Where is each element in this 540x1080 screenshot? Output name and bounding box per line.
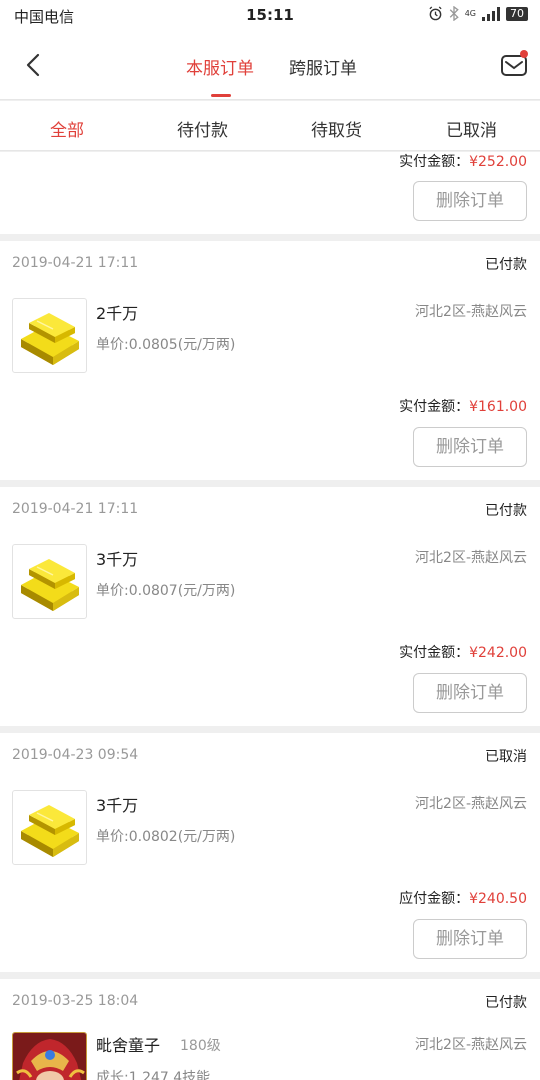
filter-pending-pickup[interactable]: 待取货 [311, 116, 362, 141]
header: 本服订单 跨服订单 [0, 30, 540, 100]
status-bar: 中国电信 15:11 4G 70 [0, 0, 540, 30]
order-date: 2019-04-21 17:11 [12, 255, 139, 271]
order-date: 2019-04-21 17:11 [12, 501, 139, 517]
tab-local-orders[interactable]: 本服订单 [186, 54, 254, 79]
signal-icon [482, 6, 500, 21]
server-name: 河北2区-燕赵风云 [415, 304, 527, 320]
delete-order-button[interactable]: 删除订单 [413, 181, 527, 221]
notification-dot [520, 50, 528, 58]
order-card: 2019-03-25 18:04 已付款 毗舍童子 180级 河北2区-燕赵风云… [0, 979, 540, 1080]
order-card: 2019-04-21 17:11 已付款 2千万 河北2区-燕赵风云 单价:0.… [0, 241, 540, 480]
delete-order-button[interactable]: 删除订单 [413, 673, 527, 713]
amount-label: 实付金额： [399, 154, 470, 170]
gold-bars-icon [12, 298, 87, 373]
order-amount: 实付金额：¥252.00 [399, 151, 527, 171]
order-status: 已取消 [485, 749, 527, 765]
battery-indicator: 70 [506, 6, 528, 21]
amount-value: ¥252.00 [469, 154, 527, 170]
unit-price: 单价:0.0807(元/万两) [96, 583, 236, 599]
status-icons: 4G 70 [428, 6, 528, 21]
back-arrow-icon[interactable] [20, 50, 48, 80]
amount-value: ¥240.50 [469, 891, 527, 907]
amount-label: 实付金额： [399, 645, 470, 661]
product-name: 3千万 [96, 796, 139, 815]
network-label: 4G [464, 9, 476, 18]
filter-pending-payment[interactable]: 待付款 [177, 116, 228, 141]
bluetooth-icon [449, 6, 459, 21]
filter-cancelled[interactable]: 已取消 [446, 116, 497, 141]
amount-value: ¥242.00 [469, 645, 527, 661]
active-tab-indicator [211, 94, 231, 97]
unit-price: 单价:0.0802(元/万两) [96, 829, 236, 845]
unit-price: 单价:0.0805(元/万两) [96, 337, 236, 353]
product-name: 毗舍童子 [96, 1036, 161, 1055]
order-card: 2019-04-21 17:11 已付款 3千万 河北2区-燕赵风云 单价:0.… [0, 487, 540, 726]
order-amount: 应付金额：¥240.50 [399, 888, 527, 908]
order-date: 2019-04-23 09:54 [12, 747, 139, 763]
order-status: 已付款 [485, 995, 527, 1011]
pet-level: 180级 [180, 1038, 221, 1054]
tab-cross-server-orders[interactable]: 跨服订单 [289, 54, 357, 79]
order-status: 已付款 [485, 257, 527, 273]
filter-bar: 全部 待付款 待取货 已取消 [0, 101, 540, 151]
order-card-partial: 实付金额：¥252.00 删除订单 [0, 152, 540, 234]
order-status: 已付款 [485, 503, 527, 519]
delete-order-button[interactable]: 删除订单 [413, 919, 527, 959]
order-amount: 实付金额：¥161.00 [399, 396, 527, 416]
order-date: 2019-03-25 18:04 [12, 993, 139, 1009]
order-amount: 实付金额：¥242.00 [399, 642, 527, 662]
server-name: 河北2区-燕赵风云 [415, 796, 527, 812]
pet-avatar-icon [12, 1032, 87, 1080]
filter-all[interactable]: 全部 [50, 116, 84, 141]
server-name: 河北2区-燕赵风云 [415, 550, 527, 566]
amount-value: ¥161.00 [469, 399, 527, 415]
order-card: 2019-04-23 09:54 已取消 3千万 河北2区-燕赵风云 单价:0.… [0, 733, 540, 972]
amount-label: 实付金额： [399, 399, 470, 415]
pet-growth-skills: 成长:1.247 4技能 [96, 1070, 211, 1080]
product-name: 3千万 [96, 550, 139, 569]
server-name: 河北2区-燕赵风云 [415, 1037, 527, 1053]
product-name: 2千万 [96, 304, 139, 323]
amount-label: 应付金额： [399, 891, 470, 907]
delete-order-button[interactable]: 删除订单 [413, 427, 527, 467]
gold-bars-icon [12, 544, 87, 619]
gold-bars-icon [12, 790, 87, 865]
alarm-icon [429, 6, 442, 21]
